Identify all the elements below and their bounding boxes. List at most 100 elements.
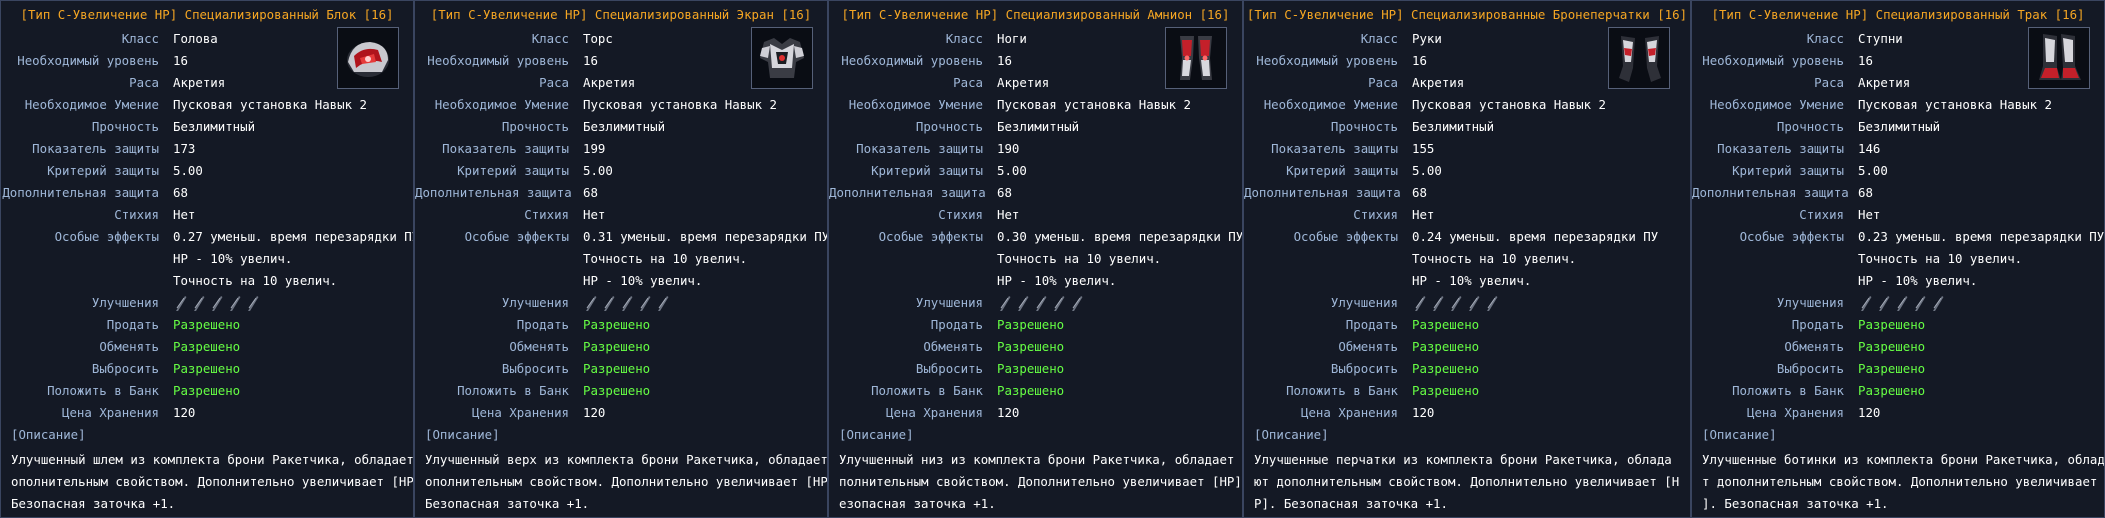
upgrade-slot-icon [1858,294,1873,312]
upgrade-slot-icon [583,294,598,312]
row-class: Класс Торс [415,28,827,50]
effect-3: Точность на 10 увелич. [173,273,338,288]
description-text: Улучшенный шлем из комплекта брони Ракет… [11,452,414,511]
row-bank: Положить в Банк Разрешено [1692,380,2104,402]
add-def-value: 68 [1858,185,1873,200]
effect-2: HP - 10% увелич. [173,251,293,266]
sell-value: Разрешено [1412,317,1480,332]
row-drop: Выбросить Разрешено [1,358,413,380]
row-durability: Прочность Безлимитный [1,116,413,138]
row-bank: Положить в Банк Разрешено [1244,380,1690,402]
drop-value: Разрешено [1412,361,1480,376]
class-value: Ноги [997,31,1027,46]
row-trade: Обменять Разрешено [829,336,1242,358]
crit-value: 5.00 [173,163,203,178]
upgrade-slot-icon [1051,294,1066,312]
upgrade-slot-icon [173,294,188,312]
upgrade-slots [983,292,1084,314]
sell-value: Разрешено [173,317,241,332]
element-value: Нет [997,207,1020,222]
row-sell: Продать Разрешено [1,314,413,336]
row-class: Класс Руки [1244,28,1690,50]
element-value: Нет [173,207,196,222]
row-upgrades: Улучшения [1692,292,2104,314]
row-class: Класс Ноги [829,28,1242,50]
row-skill: Необходимое Умение Пусковая установка Нав… [1,94,413,116]
drop-value: Разрешено [1858,361,1926,376]
description-header: [Описание] [1254,427,1329,442]
upgrade-slots [1398,292,1499,314]
row-add-def: Дополнительная защита 68 [829,182,1242,204]
class-value: Голова [173,31,218,46]
upgrade-slot-icon [227,294,242,312]
description-header: [Описание] [839,427,914,442]
row-drop: Выбросить Разрешено [829,358,1242,380]
element-value: Нет [1412,207,1435,222]
row-level: Необходимый уровень 16 [1244,50,1690,72]
row-skill: Необходимое Умение Пусковая установка Нав… [415,94,827,116]
upgrade-slot-icon [655,294,670,312]
row-race: Раса Акретия [415,72,827,94]
crit-value: 5.00 [583,163,613,178]
row-defense: Показатель защиты 199 [415,138,827,160]
trade-value: Разрешено [173,339,241,354]
race-value: Акретия [583,75,636,90]
upgrade-slot-icon [1033,294,1048,312]
level-value: 16 [997,53,1012,68]
upgrade-slot-icon [601,294,616,312]
add-def-value: 68 [583,185,598,200]
row-effects: Особые эффекты 0.31 уменьш. время перезар… [415,226,827,248]
add-def-value: 68 [997,185,1012,200]
bank-value: Разрешено [173,383,241,398]
level-value: 16 [1858,53,1873,68]
row-trade: Обменять Разрешено [1,336,413,358]
effect-3: HP - 10% увелич. [1412,273,1532,288]
row-drop: Выбросить Разрешено [1244,358,1690,380]
row-defense: Показатель защиты 146 [1692,138,2104,160]
upgrade-slot-icon [1412,294,1427,312]
storage-value: 120 [1412,405,1435,420]
row-storage: Цена Хранения 120 [1244,402,1690,424]
row-add-def: Дополнительная защита 68 [1692,182,2104,204]
crit-value: 5.00 [997,163,1027,178]
effect-1: 0.23 уменьш. время перезарядки ПУ [1858,229,2105,244]
defense-value: 146 [1858,141,1881,156]
drop-value: Разрешено [997,361,1065,376]
item-title: [Тип С-Увеличение HP] Специализированные… [1246,7,1688,22]
defense-value: 199 [583,141,606,156]
race-value: Акретия [1412,75,1465,90]
row-effects: Особые эффекты 0.24 уменьш. время перезар… [1244,226,1690,248]
row-element: Стихия Нет [829,204,1242,226]
row-bank: Положить в Банк Разрешено [1,380,413,402]
race-value: Акретия [173,75,226,90]
row-durability: Прочность Безлимитный [415,116,827,138]
row-level: Необходимый уровень 16 [415,50,827,72]
class-value: Торс [583,31,613,46]
row-defense: Показатель защиты 190 [829,138,1242,160]
description-text: Улучшенный верх из комплекта брони Ракет… [425,452,828,511]
upgrade-slot-icon [1466,294,1481,312]
skill-value: Пусковая установка Навык 2 [583,97,777,112]
row-sell: Продать Разрешено [1692,314,2104,336]
row-defense: Показатель защиты 173 [1,138,413,160]
upgrade-slots [1844,292,1945,314]
row-storage: Цена Хранения 120 [829,402,1242,424]
item-title: [Тип С-Увеличение HP] Специализированный… [841,7,1230,22]
element-value: Нет [1858,207,1881,222]
row-crit: Критерий защиты 5.00 [415,160,827,182]
row-crit: Критерий защиты 5.00 [1,160,413,182]
item-tooltip-gauntlets: [Тип С-Увеличение HP] Специализированные… [1243,0,1691,518]
trade-value: Разрешено [1858,339,1926,354]
row-durability: Прочность Безлимитный [1244,116,1690,138]
row-effects: Особые эффекты 0.30 уменьш. время перезар… [829,226,1242,248]
effect-1: 0.24 уменьш. время перезарядки ПУ [1412,229,1659,244]
effect-3: HP - 10% увелич. [997,273,1117,288]
effect-1: 0.27 уменьш. время перезарядки ПУ [173,229,414,244]
upgrade-slot-icon [245,294,260,312]
upgrade-slot-icon [1912,294,1927,312]
durability-value: Безлимитный [583,119,666,134]
item-tooltip-chest: [Тип С-Увеличение HP] Специализированный… [414,0,828,518]
row-storage: Цена Хранения 120 [415,402,827,424]
row-level: Необходимый уровень 16 [1692,50,2104,72]
row-defense: Показатель защиты 155 [1244,138,1690,160]
